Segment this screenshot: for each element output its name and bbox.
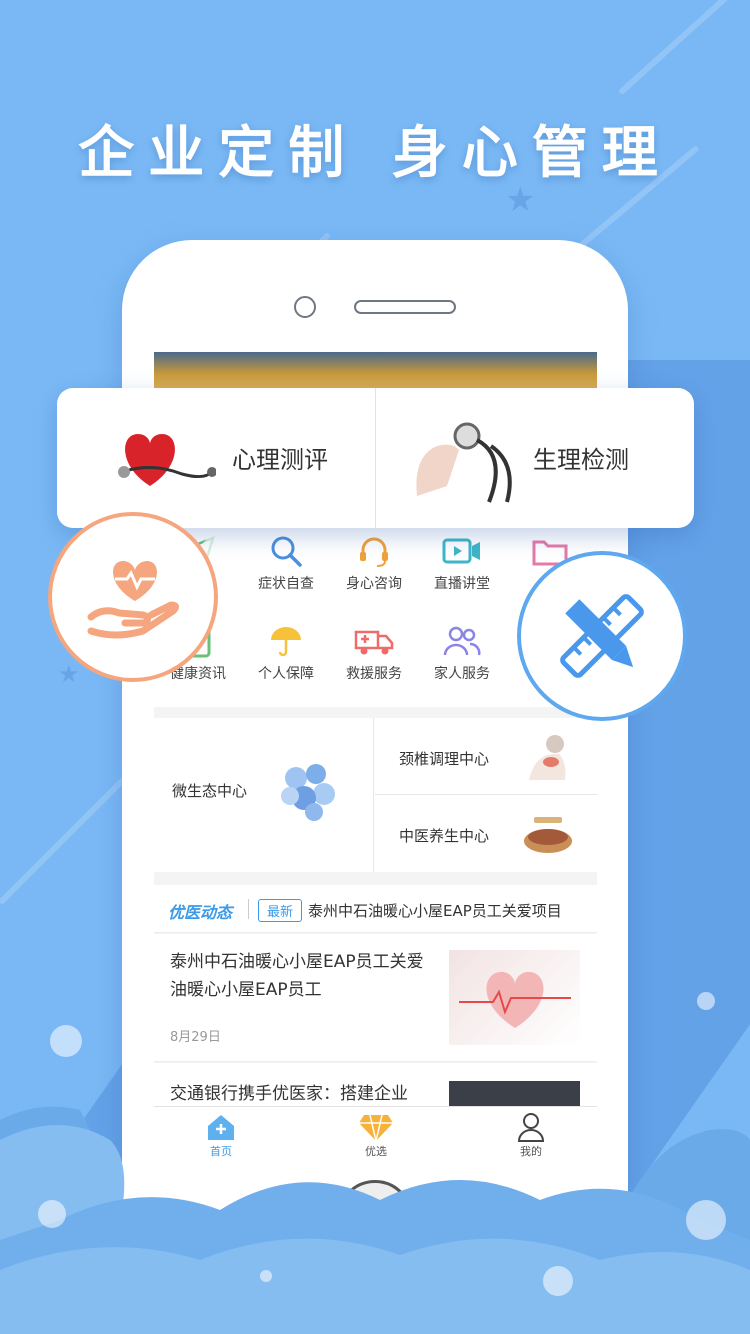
cloud-footer [0, 992, 750, 1334]
grid-label: 身心咨询 [346, 576, 402, 592]
new-badge: 最新 [258, 899, 303, 922]
decor-dot [543, 1266, 573, 1296]
grid-label: 个人保障 [258, 666, 314, 682]
decor-dot [260, 1270, 272, 1282]
star-icon: ★ [58, 660, 80, 688]
card-label-psychology[interactable]: 心理测评 [232, 440, 328, 475]
search-icon [266, 533, 306, 569]
center-cervical[interactable]: 颈椎调理中心 [375, 718, 597, 795]
card-label-physiology[interactable]: 生理检测 [533, 440, 629, 475]
grid-label: 直播讲堂 [434, 576, 490, 592]
center-tcm[interactable]: 中医养生中心 [375, 795, 597, 872]
umbrella-icon [266, 623, 306, 659]
phone-camera [294, 296, 316, 318]
grid-item-family[interactable]: 家人服务 [418, 617, 506, 697]
grid-item-live[interactable]: 直播讲堂 [418, 527, 506, 607]
news-ticker[interactable]: 优医动态 最新 泰州中石油暖心小屋EAP员工关爱项目 [154, 885, 597, 933]
heart-hand-icon [87, 561, 180, 639]
bubbles-icon [281, 764, 335, 821]
decor-dot [686, 1200, 726, 1240]
ticker-headline[interactable]: 泰州中石油暖心小屋EAP员工关爱项目 [308, 900, 562, 921]
ruler-pencil-icon [560, 594, 644, 678]
article-thumbnail[interactable] [449, 950, 580, 1045]
grid-label: 症状自查 [258, 576, 314, 592]
article-date: 8月29日 [170, 1030, 221, 1045]
page-headline: 企业定制 身心管理 [78, 120, 672, 186]
grid-item-insurance[interactable]: 个人保障 [242, 617, 330, 697]
grid-item-consult[interactable]: 身心咨询 [330, 527, 418, 607]
physiology-badge [517, 551, 687, 721]
ambulance-icon [354, 623, 394, 659]
grid-label: 家人服务 [434, 666, 490, 682]
article-title[interactable]: 泰州中石油暖心小屋EAP员工关爱油暖心小屋EAP员工 [170, 948, 440, 1004]
video-icon [442, 533, 482, 569]
center-label: 微生态中心 [172, 782, 248, 800]
phone-speaker [354, 300, 456, 314]
news-article[interactable]: 泰州中石油暖心小屋EAP员工关爱油暖心小屋EAP员工 8月29日 [154, 934, 597, 1062]
decor-dot [697, 992, 715, 1010]
ticker-brand: 优医动态 [168, 903, 233, 922]
background-stripe [617, 0, 741, 96]
health-centers: 微生态中心 颈椎调理中心 中医养生中心 [154, 718, 597, 872]
banner-image[interactable] [154, 352, 597, 392]
divider [248, 899, 249, 919]
decor-dot [50, 1025, 82, 1057]
headset-icon [354, 533, 394, 569]
grid-label: 救援服务 [346, 666, 402, 682]
hand-stethoscope-icon [407, 416, 525, 508]
divider [375, 388, 376, 528]
heart-hands-icon [458, 971, 571, 1028]
feature-card: 心理测评 生理检测 [57, 388, 694, 528]
center-label: 颈椎调理中心 [399, 750, 490, 768]
decor-dot [38, 1200, 66, 1228]
heart-stethoscope-icon [112, 426, 217, 494]
center-label: 中医养生中心 [399, 827, 490, 845]
herbs-icon [524, 817, 572, 853]
patient-icon [529, 735, 566, 780]
center-microecology[interactable]: 微生态中心 [154, 718, 374, 872]
family-icon [442, 623, 482, 659]
grid-item-symptom-check[interactable]: 症状自查 [242, 527, 330, 607]
grid-item-rescue[interactable]: 救援服务 [330, 617, 418, 697]
psychology-badge [48, 512, 218, 682]
